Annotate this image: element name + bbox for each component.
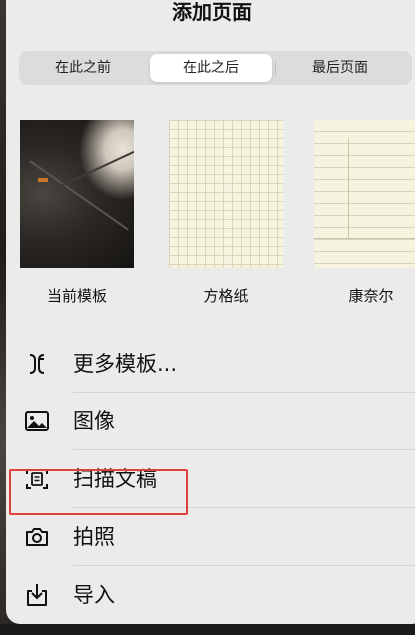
scan-document-icon — [26, 469, 48, 489]
add-page-sheet: 添加页面 在此之前 在此之后 最后页面 当前模板 方格纸 康奈尔 更多模板... — [6, 0, 415, 624]
background-bottom — [0, 624, 415, 635]
templates-icon — [29, 354, 45, 374]
menu-label-import: 导入 — [73, 583, 115, 607]
template-thumbnail-grid — [169, 120, 283, 268]
position-segmented-control: 在此之前 在此之后 最后页面 — [19, 51, 412, 85]
template-cornell[interactable] — [314, 120, 415, 270]
menu-more-templates[interactable]: 更多模板... — [6, 336, 415, 392]
segment-before[interactable]: 在此之前 — [22, 54, 144, 82]
segment-divider — [275, 61, 276, 75]
segment-last-page[interactable]: 最后页面 — [279, 54, 401, 82]
menu-label-image: 图像 — [73, 409, 115, 433]
template-label-current: 当前模板 — [46, 287, 107, 305]
import-icon — [27, 584, 47, 606]
template-thumbnail-current — [20, 120, 134, 268]
image-icon — [25, 411, 49, 431]
menu-label-more-templates: 更多模板... — [73, 352, 178, 376]
menu-take-photo[interactable]: 拍照 — [6, 509, 415, 565]
menu-separator — [73, 449, 415, 450]
sheet-title: 添加页面 — [172, 0, 252, 24]
menu-scan-document[interactable]: 扫描文稿 — [6, 451, 415, 507]
template-grid-paper[interactable] — [169, 120, 283, 270]
menu-label-take-photo: 拍照 — [73, 525, 115, 549]
menu-image[interactable]: 图像 — [6, 393, 415, 449]
menu-label-scan-document: 扫描文稿 — [73, 467, 157, 491]
template-label-cornell: 康奈尔 — [348, 287, 394, 305]
template-label-grid: 方格纸 — [203, 287, 249, 305]
template-current[interactable] — [20, 120, 134, 270]
camera-icon — [26, 528, 48, 546]
segment-after[interactable]: 在此之后 — [150, 54, 272, 82]
menu-import[interactable]: 导入 — [6, 567, 415, 623]
menu-separator — [73, 507, 415, 508]
template-thumbnail-cornell — [314, 120, 415, 268]
menu-separator — [73, 565, 415, 566]
